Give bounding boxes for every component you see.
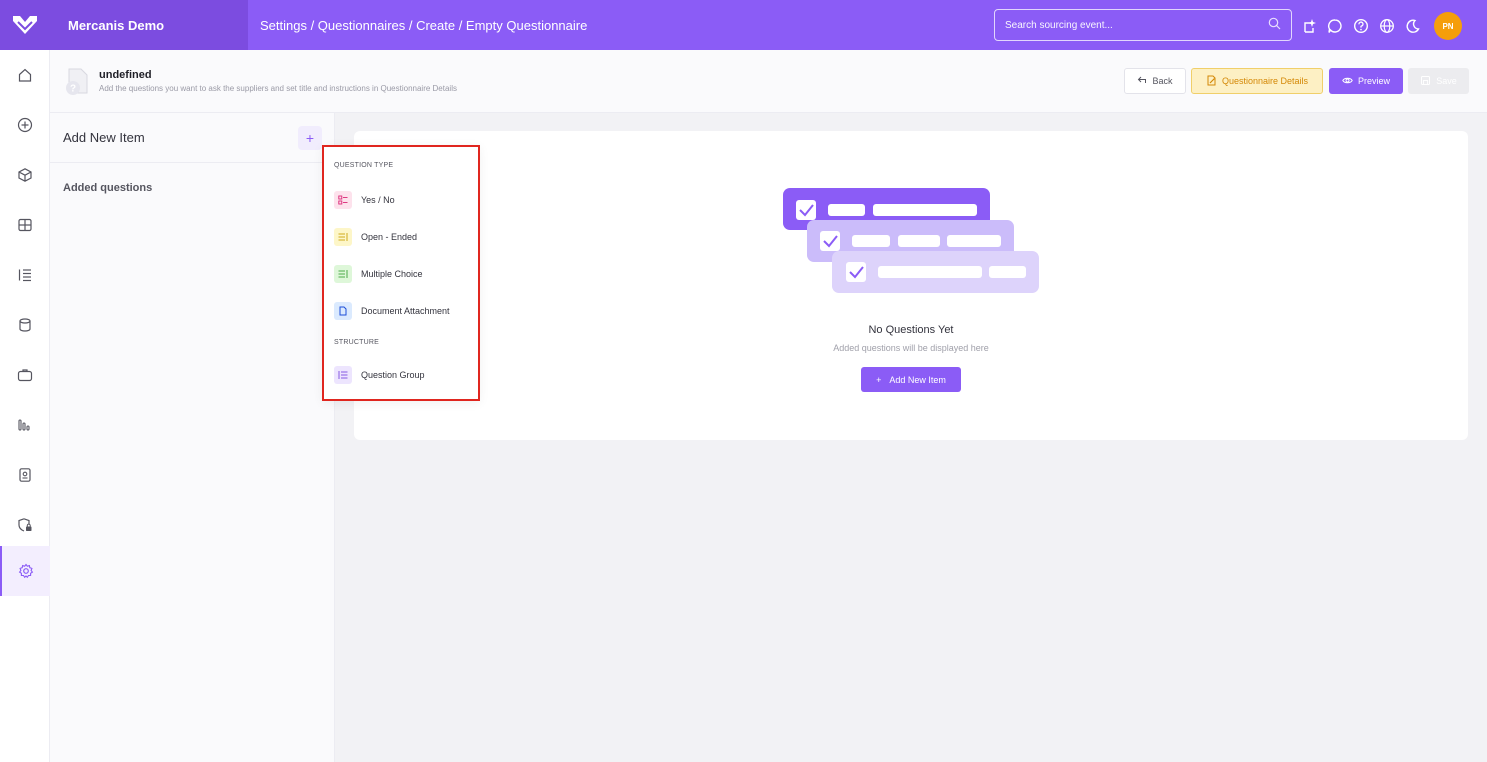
questions-empty-card: No Questions Yet Added questions will be… [354, 131, 1468, 440]
plus-icon: + [876, 374, 882, 385]
menu-item-question-group[interactable]: Question Group [334, 363, 474, 387]
menu-item-yes-no[interactable]: Yes / No [334, 188, 474, 212]
mercanis-logo[interactable] [0, 0, 50, 50]
edit-document-icon [1206, 75, 1217, 88]
menu-item-label: Question Group [361, 370, 425, 380]
database-icon[interactable] [0, 300, 50, 350]
document-help-icon: ? [63, 67, 91, 97]
add-new-item-button[interactable]: + Add New Item [861, 367, 961, 392]
menu-item-label: Document Attachment [361, 306, 450, 316]
user-avatar[interactable]: PN [1434, 12, 1462, 40]
add-circle-icon[interactable] [0, 100, 50, 150]
add-new-item-title: Add New Item [63, 130, 145, 145]
structure-heading: STRUCTURE [334, 339, 379, 346]
help-icon[interactable] [1352, 13, 1370, 39]
add-new-item-label: Add New Item [889, 374, 946, 385]
question-group-icon [334, 366, 352, 384]
settings-gear-icon[interactable] [0, 546, 50, 596]
questionnaire-header: ? undefined Add the questions you want t… [50, 50, 1487, 113]
menu-item-open-ended[interactable]: Open - Ended [334, 225, 474, 249]
questionnaire-details-button[interactable]: Questionnaire Details [1191, 68, 1323, 94]
document-attachment-icon [334, 302, 352, 320]
multiple-choice-icon [334, 265, 352, 283]
globe-icon[interactable] [1378, 13, 1396, 39]
chat-icon[interactable] [1326, 13, 1344, 39]
menu-item-multiple-choice[interactable]: Multiple Choice [334, 262, 474, 286]
left-nav-rail [0, 50, 50, 762]
menu-item-label: Yes / No [361, 195, 395, 205]
menu-item-label: Open - Ended [361, 232, 418, 242]
open-ended-icon [334, 228, 352, 246]
save-label: Save [1436, 76, 1457, 86]
contact-book-icon[interactable] [0, 450, 50, 500]
briefcase-icon[interactable] [0, 350, 50, 400]
dark-mode-moon-icon[interactable] [1404, 13, 1422, 39]
save-button[interactable]: Save [1408, 68, 1469, 94]
back-button[interactable]: Back [1124, 68, 1186, 94]
question-type-heading: QUESTION TYPE [334, 162, 394, 169]
svg-text:?: ? [70, 84, 76, 95]
yes-no-icon [334, 191, 352, 209]
analytics-icon[interactable] [0, 400, 50, 450]
search-placeholder: Search sourcing event... [1005, 19, 1113, 31]
menu-item-document-attachment[interactable]: Document Attachment [334, 299, 474, 323]
preview-label: Preview [1357, 76, 1390, 86]
added-questions-label: Added questions [63, 182, 153, 194]
empty-state-subtitle: Added questions will be displayed here [833, 343, 989, 353]
menu-item-label: Multiple Choice [361, 269, 423, 279]
add-new-item-header: Add New Item + [50, 113, 335, 163]
brand-name[interactable]: Mercanis Demo [50, 0, 248, 50]
questionnaire-description: Add the questions you want to ask the su… [99, 84, 457, 93]
eye-icon [1342, 75, 1353, 88]
questionnaire-details-label: Questionnaire Details [1221, 76, 1309, 86]
questionnaire-title: undefined [99, 69, 152, 81]
add-item-plus-button[interactable]: + [298, 126, 322, 150]
empty-checklist-illustration [783, 188, 1041, 301]
home-icon[interactable] [0, 50, 50, 100]
board-icon[interactable] [0, 200, 50, 250]
ai-sparkle-icon[interactable] [1300, 13, 1318, 39]
add-item-dropdown: QUESTION TYPE Yes / No Open - Ended Mult… [322, 145, 480, 401]
top-icons: PN [1300, 12, 1462, 40]
back-arrow-icon [1137, 75, 1147, 87]
preview-button[interactable]: Preview [1329, 68, 1403, 94]
empty-state-title: No Questions Yet [868, 324, 954, 336]
save-icon [1420, 75, 1431, 88]
list-icon[interactable] [0, 250, 50, 300]
search-icon [1268, 17, 1281, 33]
cube-icon[interactable] [0, 150, 50, 200]
search-input[interactable]: Search sourcing event... [994, 9, 1292, 41]
back-label: Back [1152, 76, 1173, 86]
shield-lock-icon[interactable] [0, 500, 50, 550]
questions-panel: Add New Item + Added questions [50, 113, 335, 762]
